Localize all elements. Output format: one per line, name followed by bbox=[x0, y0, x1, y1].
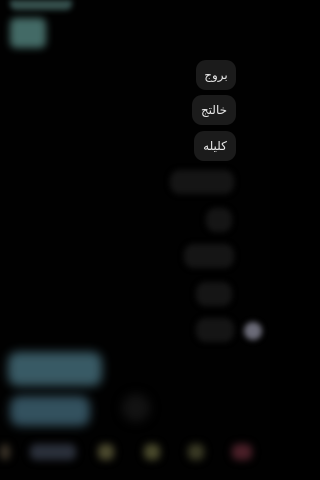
blurred-message-bubble bbox=[196, 282, 232, 306]
bottom-toolbar bbox=[0, 438, 270, 466]
chat-screen: بروج خالتج كليله bbox=[0, 0, 270, 480]
avatar-icon bbox=[244, 322, 262, 340]
toolbar-item bbox=[144, 444, 160, 460]
blurred-message-bubble bbox=[196, 318, 234, 342]
toolbar-item bbox=[98, 444, 114, 460]
toolbar-item bbox=[232, 444, 252, 460]
message-bubble[interactable]: كليله bbox=[194, 131, 236, 161]
blurred-reply-bubble bbox=[10, 396, 90, 426]
header-button[interactable] bbox=[10, 18, 46, 48]
blurred-message-bubble bbox=[206, 208, 232, 232]
blurred-reply-bubble bbox=[8, 352, 102, 386]
toolbar-item bbox=[30, 444, 76, 460]
blurred-message-bubble bbox=[184, 244, 234, 268]
toolbar-item bbox=[0, 444, 10, 460]
header-bar bbox=[10, 0, 72, 10]
message-bubble[interactable]: خالتج bbox=[192, 95, 236, 125]
blurred-message-bubble bbox=[170, 170, 234, 194]
toolbar-item bbox=[188, 444, 204, 460]
message-bubble[interactable]: بروج bbox=[196, 60, 236, 90]
blurred-button bbox=[122, 394, 150, 422]
